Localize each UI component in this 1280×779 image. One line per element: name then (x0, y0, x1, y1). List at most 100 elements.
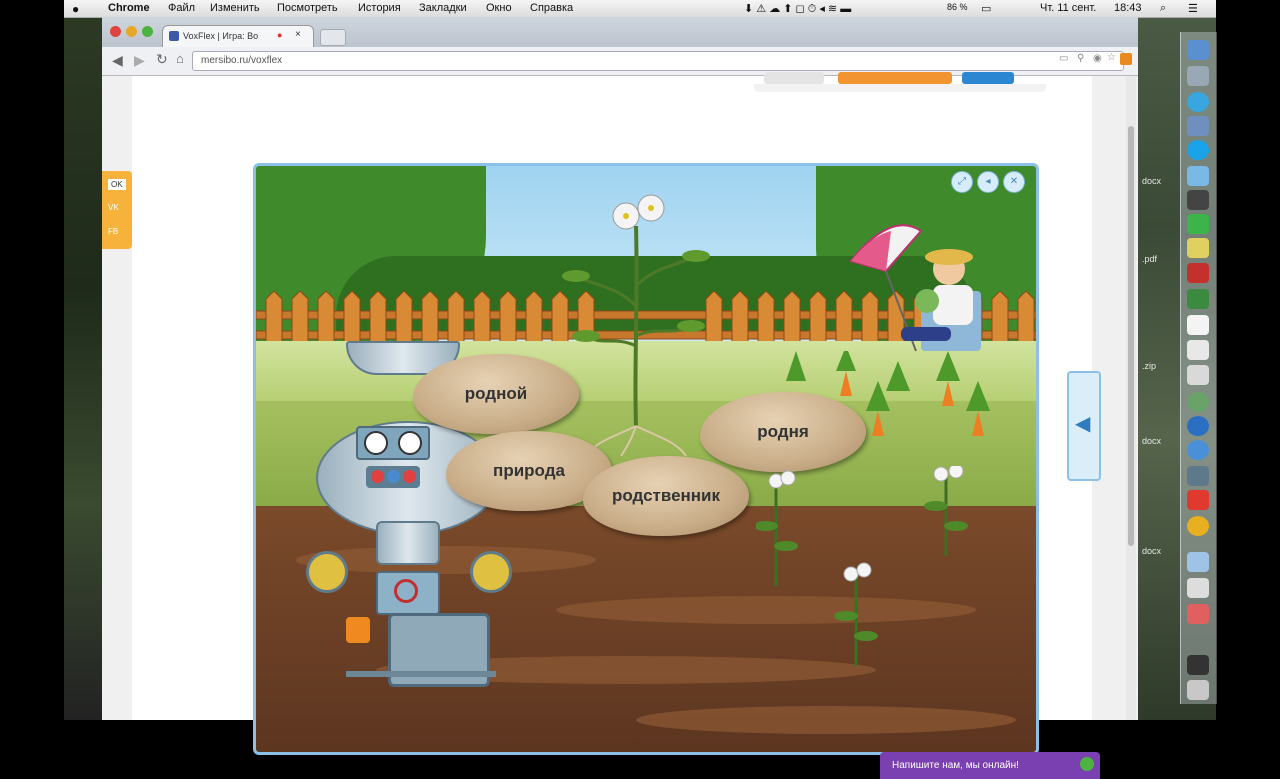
sound-icon[interactable]: ◂ (977, 171, 999, 193)
header-button[interactable] (838, 72, 952, 84)
share-vk-button[interactable]: VK (108, 203, 119, 212)
app-icon[interactable] (1187, 655, 1209, 675)
preview-icon[interactable] (1187, 340, 1209, 360)
word-label: родня (757, 422, 809, 441)
app-icon[interactable] (1187, 190, 1209, 210)
finder-icon[interactable] (1187, 40, 1209, 60)
word-potato[interactable]: родня (700, 392, 866, 472)
notes-icon[interactable] (1187, 238, 1209, 258)
share-ok-button[interactable]: OK (108, 179, 126, 190)
menu-history[interactable]: История (358, 2, 401, 14)
bookmark-star-icon[interactable]: ☆ (1107, 52, 1116, 63)
minimize-window-icon[interactable] (126, 26, 137, 37)
url-text[interactable]: mersibo.ru/voxflex (201, 55, 282, 66)
desktop-file-label: docx (1142, 436, 1162, 446)
arrow-left-icon: ◀ (1075, 413, 1091, 435)
status-icons[interactable]: ⬇ ⚠ ☁ ⬆ ◻ ⏱ ◂ ≋ ▬ (744, 2, 851, 16)
header-button[interactable] (962, 72, 1014, 84)
social-share-bar: OK VK FB (102, 171, 132, 249)
forward-icon[interactable]: ▶ (134, 52, 145, 69)
menu-app-name[interactable]: Chrome (108, 2, 150, 14)
extension-icon[interactable]: ◉ (1093, 53, 1102, 64)
machine-neck (376, 521, 440, 565)
gauge-icon (398, 431, 422, 455)
app-icon[interactable] (1187, 466, 1209, 486)
gauge-panel (356, 426, 430, 460)
menu-help[interactable]: Справка (530, 2, 573, 14)
app-store-icon[interactable] (1187, 440, 1209, 460)
spotlight-icon[interactable]: ⌕ (1160, 2, 1166, 15)
chat-widget[interactable]: Напишите нам, мы онлайн! (880, 752, 1100, 779)
browser-tab[interactable]: VoxFlex | Игра: Во ● × (162, 25, 314, 48)
chrome-icon[interactable] (1187, 516, 1209, 536)
app-icon[interactable] (1187, 289, 1209, 309)
address-bar[interactable]: mersibo.ru/voxflex ▭ ⚲ ◉ ☆ (192, 51, 1124, 71)
battery-percent[interactable]: 86 % (947, 2, 968, 12)
mac-menubar: ● Chrome Файл Изменить Посмотреть Истори… (64, 0, 1216, 18)
side-panel-toggle[interactable]: ◀ (1067, 371, 1101, 481)
furrow (636, 706, 1016, 734)
small-plants (756, 466, 968, 666)
close-icon[interactable]: ✕ (1003, 171, 1025, 193)
back-icon[interactable]: ◀ (112, 52, 123, 69)
word-potato[interactable]: родной (413, 354, 579, 434)
browser-window: VoxFlex | Игра: Во ● × ◀ ▶ ↻ ⌂ mersibo.r… (102, 17, 1138, 779)
header-shadow (754, 84, 1046, 92)
favicon-icon (169, 31, 179, 41)
messages-icon[interactable] (1187, 166, 1209, 186)
page-viewport: родной природа родственник родня ⤢ ◂ ✕ ◀… (102, 72, 1138, 779)
menu-icon[interactable] (1120, 53, 1132, 65)
app-icon[interactable] (1187, 214, 1209, 234)
page-body: родной природа родственник родня ⤢ ◂ ✕ ◀ (132, 72, 1101, 755)
itunes-icon[interactable] (1187, 416, 1209, 436)
button-panel (366, 466, 420, 488)
location-icon[interactable]: ⚲ (1077, 53, 1084, 64)
filezilla-icon[interactable] (1187, 263, 1209, 283)
online-status-icon (1080, 757, 1094, 771)
menu-view[interactable]: Посмотреть (277, 2, 338, 14)
menu-time[interactable]: 18:43 (1114, 2, 1142, 14)
close-tab-icon[interactable]: × (295, 29, 301, 40)
battery-icon[interactable]: ▭ (981, 2, 991, 15)
app-icon[interactable] (1187, 365, 1209, 385)
safari-icon[interactable] (1187, 92, 1209, 112)
scrollbar-thumb[interactable] (1128, 126, 1134, 546)
gauge-icon (364, 431, 388, 455)
app-icon[interactable] (1187, 604, 1209, 624)
word-potato[interactable]: родственник (583, 456, 749, 536)
folder-icon[interactable] (1187, 552, 1209, 572)
game-frame[interactable]: родной природа родственник родня ⤢ ◂ ✕ (253, 163, 1039, 755)
folder-icon[interactable] (1187, 578, 1209, 598)
notification-icon[interactable]: ☰ (1188, 2, 1198, 15)
menu-edit[interactable]: Изменить (210, 2, 260, 14)
pocket-icon[interactable] (1187, 490, 1209, 510)
mail-icon[interactable] (1187, 116, 1209, 136)
zoom-window-icon[interactable] (142, 26, 153, 37)
page-action-icon[interactable]: ▭ (1059, 53, 1068, 64)
header-button[interactable] (764, 72, 824, 84)
red-button-icon (403, 470, 416, 483)
new-tab-button[interactable] (320, 29, 346, 46)
desktop-background-left (64, 0, 102, 720)
app-icon[interactable] (1187, 392, 1209, 412)
menu-bookmarks[interactable]: Закладки (419, 2, 467, 14)
trash-icon[interactable] (1187, 680, 1209, 700)
skype-icon[interactable] (1187, 140, 1209, 160)
wheel-icon (306, 551, 348, 593)
menu-file[interactable]: Файл (168, 2, 195, 14)
indicator-light-icon (346, 617, 370, 643)
word-label: природа (493, 461, 565, 480)
share-fb-button[interactable]: FB (108, 227, 118, 236)
page-scrollbar[interactable] (1126, 76, 1136, 720)
launchpad-icon[interactable] (1187, 66, 1209, 86)
menu-window[interactable]: Окно (486, 2, 512, 14)
close-window-icon[interactable] (110, 26, 121, 37)
desktop-file-label: docx (1142, 176, 1162, 186)
reload-icon[interactable]: ↻ (156, 51, 168, 68)
fullscreen-icon[interactable]: ⤢ (951, 171, 973, 193)
chat-label[interactable]: Напишите нам, мы онлайн! (892, 760, 1019, 771)
calendar-icon[interactable] (1187, 315, 1209, 335)
apple-icon[interactable]: ● (72, 2, 79, 16)
home-icon[interactable]: ⌂ (176, 51, 184, 66)
menu-date[interactable]: Чт. 11 сент. (1040, 2, 1096, 14)
